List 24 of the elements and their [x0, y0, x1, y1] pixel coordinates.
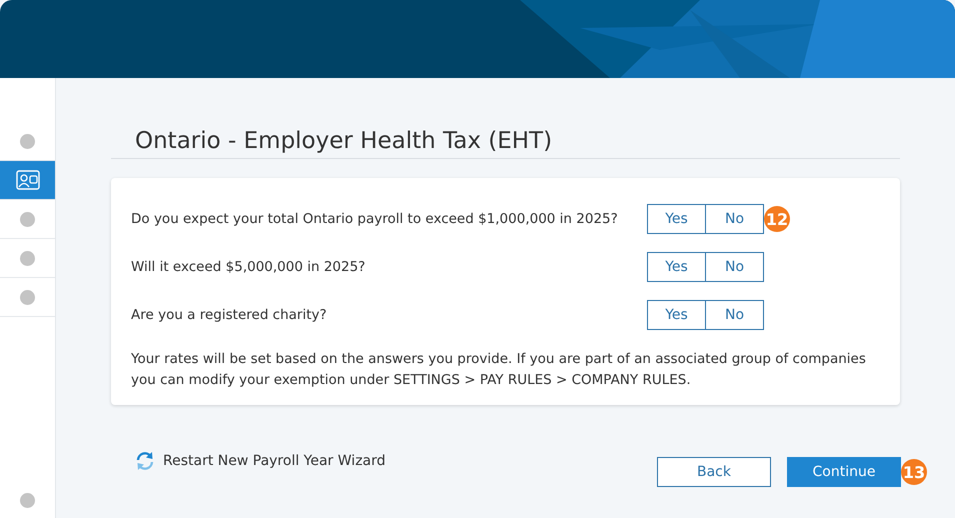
- answer-toggle[interactable]: No: [705, 300, 764, 330]
- id-card-icon: [16, 170, 40, 190]
- question-text: Will it exceed $5,000,000 in 2025?: [131, 259, 366, 275]
- restart-link[interactable]: Restart New Payroll Year Wizard: [135, 451, 386, 471]
- answer-toggle[interactable]: No: [705, 252, 764, 282]
- info-text: Your rates will be set based on the answers you provide. If you are part of an associated group of companies you can modify your exemption under SETTINGS > PAY RULES > COMPANY RULES.: [131, 350, 867, 390]
- step-dot-icon: [20, 492, 35, 508]
- step-badge: 13: [901, 459, 927, 485]
- answer-toggle[interactable]: Yes: [647, 252, 706, 282]
- refresh-icon: [135, 451, 155, 471]
- step-badge: 12: [764, 206, 790, 232]
- step-dot-icon: [20, 290, 35, 304]
- answer-toggle[interactable]: Yes: [647, 300, 706, 330]
- step-dot-icon: [20, 250, 35, 266]
- continue-button[interactable]: Continue: [787, 457, 901, 487]
- answer-toggle[interactable]: Yes: [647, 204, 706, 234]
- sidebar-step[interactable]: [0, 161, 55, 200]
- step-dot-icon: [20, 134, 35, 148]
- step-dot-icon: [20, 212, 35, 226]
- back-button[interactable]: Back: [657, 457, 771, 487]
- answer-toggle[interactable]: No: [705, 204, 764, 234]
- question-text: Are you a registered charity?: [131, 307, 328, 323]
- page-title: Ontario - Employer Health Tax (EHT): [111, 128, 900, 159]
- question-text: Do you expect your total Ontario payroll to exceed $1,000,000 in 2025?: [131, 211, 619, 227]
